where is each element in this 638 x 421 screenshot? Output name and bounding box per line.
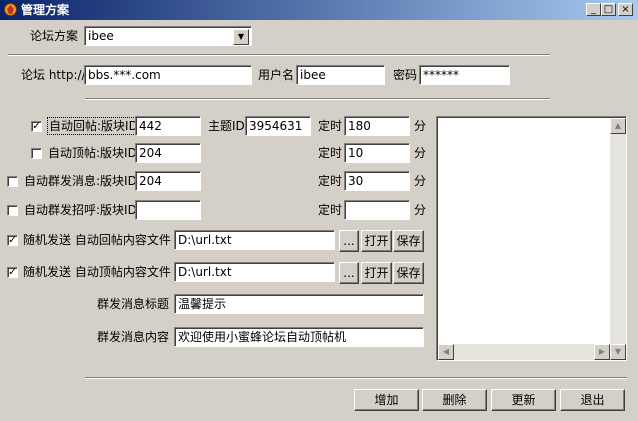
reply-file-path-input[interactable]: D:\url.txt — [174, 230, 335, 250]
update-button[interactable]: 更新 — [491, 389, 556, 411]
topic-id-label: 主题ID — [208, 119, 245, 133]
auto-greeting-label: 自动群发招呼:版块ID — [24, 203, 137, 217]
message-title-input[interactable]: 温馨提示 — [174, 294, 424, 314]
minimize-button[interactable]: _ — [586, 3, 601, 16]
auto-mass-message-checkbox[interactable] — [7, 176, 18, 187]
close-button[interactable]: × — [618, 3, 633, 16]
horizontal-scroll-track[interactable] — [454, 344, 594, 360]
title-bar — [0, 0, 638, 20]
save-button[interactable]: 保存 — [393, 230, 424, 252]
auto-greeting-checkbox[interactable] — [7, 205, 18, 216]
scroll-down-icon[interactable]: ▼ — [610, 344, 626, 360]
random-reply-file-checkbox[interactable]: ✓ — [7, 235, 18, 246]
exit-button[interactable]: 退出 — [560, 389, 625, 411]
delete-button[interactable]: 删除 — [422, 389, 487, 411]
minutes-unit: 分 — [414, 174, 427, 188]
minutes-unit: 分 — [414, 203, 427, 217]
timer-label: 定时 — [318, 203, 343, 217]
timer-label: 定时 — [318, 146, 343, 160]
password-label: 密码 — [393, 68, 418, 82]
timer-label: 定时 — [318, 174, 343, 188]
topic-id-input[interactable]: 3954631 — [245, 116, 311, 136]
greeting-timer-input[interactable] — [344, 200, 410, 220]
username-input[interactable]: ibee — [296, 65, 385, 85]
auto-reply-board-id-input[interactable]: 442 — [135, 116, 201, 136]
random-reply-file-label: 随机发送 自动回帖内容文件 — [23, 233, 171, 247]
browse-button[interactable]: ... — [339, 230, 359, 252]
maximize-button[interactable]: □ — [601, 3, 616, 16]
message-content-label: 群发消息内容 — [97, 330, 170, 344]
greeting-board-id-input[interactable] — [135, 200, 201, 220]
scheme-value: ibee — [88, 29, 114, 43]
random-bump-file-label: 随机发送 自动顶帖内容文件 — [23, 265, 171, 279]
divider — [85, 377, 627, 379]
divider — [85, 98, 550, 100]
password-input[interactable]: ****** — [419, 65, 510, 85]
scroll-up-icon[interactable]: ▲ — [610, 118, 626, 134]
minutes-unit: 分 — [414, 119, 427, 133]
add-button[interactable]: 增加 — [354, 389, 419, 411]
mass-message-board-id-input[interactable]: 204 — [135, 171, 201, 191]
vertical-scroll-track[interactable] — [610, 134, 626, 344]
bump-file-path-input[interactable]: D:\url.txt — [174, 262, 335, 282]
auto-reply-checkbox[interactable]: ✓ — [31, 121, 42, 132]
auto-bump-checkbox[interactable] — [31, 148, 42, 159]
auto-bump-board-id-input[interactable]: 204 — [135, 143, 201, 163]
auto-reply-timer-input[interactable]: 180 — [344, 116, 410, 136]
log-textarea[interactable] — [436, 116, 627, 361]
auto-bump-timer-input[interactable]: 10 — [344, 143, 410, 163]
username-label: 用户名 — [258, 68, 295, 82]
scheme-select[interactable]: ibee ▼ — [84, 26, 252, 46]
divider — [8, 54, 550, 56]
save-button[interactable]: 保存 — [393, 262, 424, 284]
auto-bump-label: 自动顶帖:版块ID — [48, 146, 137, 160]
scroll-right-icon[interactable]: ▶ — [594, 344, 610, 360]
forum-label: 论坛 http:// — [21, 68, 86, 82]
auto-reply-label: 自动回帖:版块ID — [47, 117, 140, 135]
forum-url-input[interactable]: bbs.***.com — [84, 65, 252, 85]
auto-mass-message-label: 自动群发消息:版块ID — [24, 174, 137, 188]
scheme-label: 论坛方案 — [30, 29, 79, 43]
chevron-down-icon[interactable]: ▼ — [233, 29, 249, 45]
minutes-unit: 分 — [414, 146, 427, 160]
window-title: 管理方案 — [21, 3, 70, 17]
message-content-input[interactable]: 欢迎使用小蜜蜂论坛自动顶帖机 — [174, 327, 424, 347]
message-title-label: 群发消息标题 — [97, 297, 170, 311]
mass-message-timer-input[interactable]: 30 — [344, 171, 410, 191]
open-button[interactable]: 打开 — [361, 262, 392, 284]
scroll-left-icon[interactable]: ◀ — [438, 344, 454, 360]
timer-label: 定时 — [318, 119, 343, 133]
open-button[interactable]: 打开 — [361, 230, 392, 252]
app-icon — [4, 3, 17, 16]
random-bump-file-checkbox[interactable]: ✓ — [7, 267, 18, 278]
browse-button[interactable]: ... — [339, 262, 359, 284]
